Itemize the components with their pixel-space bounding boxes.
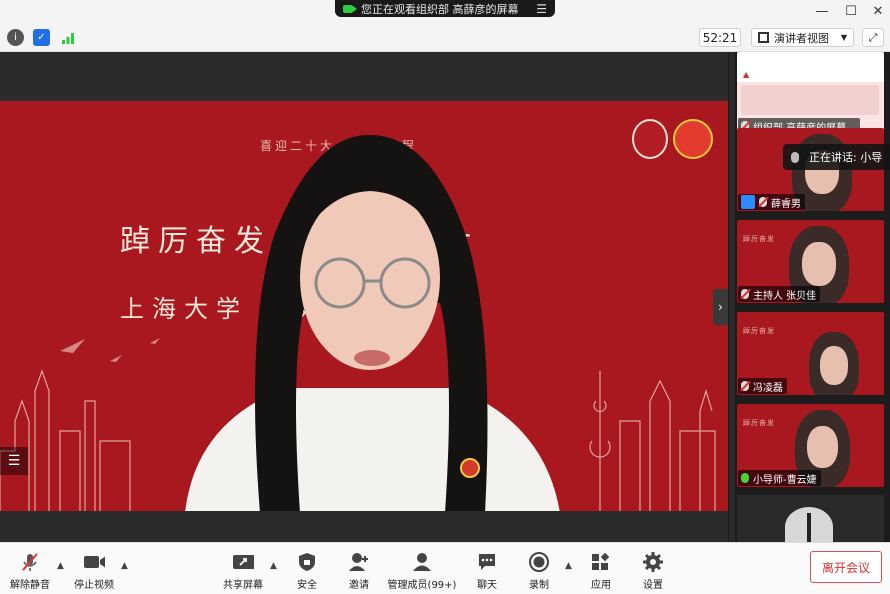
participant-tile-5[interactable] xyxy=(737,495,884,542)
speaking-indicator: 正在讲话: 小导 xyxy=(783,144,890,170)
stop-video-button[interactable]: 停止视频 xyxy=(72,543,116,594)
fullscreen-icon[interactable]: ⤢ xyxy=(862,28,884,47)
screen-share-icon xyxy=(343,4,357,13)
meeting-timer: 52:21 xyxy=(699,28,741,47)
participant-tile-2[interactable]: 踔厉奋发 主持人 张贝佳 xyxy=(737,220,884,303)
participant-tile-3[interactable]: 踔厉奋发 冯凌磊 xyxy=(737,312,884,395)
mic-muted-icon xyxy=(741,289,749,299)
share-banner[interactable]: 您正在观看组织部 高薛彦的屏幕 ☰ xyxy=(335,0,555,17)
minimize-button[interactable]: — xyxy=(806,0,838,22)
chevron-right-icon[interactable]: › xyxy=(713,289,728,325)
invite-button[interactable]: 邀请 xyxy=(344,543,374,594)
security-button[interactable]: 安全 xyxy=(292,543,322,594)
mic-muted-icon xyxy=(19,552,41,572)
info-icon[interactable]: i xyxy=(7,29,24,46)
participant-tile-screen[interactable]: ▲ 组织部 高薛彦的屏幕... xyxy=(737,52,884,135)
chat-button[interactable]: 聊天 xyxy=(473,543,501,594)
shield-icon xyxy=(296,552,318,572)
university-logo xyxy=(632,119,668,159)
chevron-up-icon[interactable]: ▲ xyxy=(121,561,128,571)
mic-muted-icon xyxy=(741,381,749,391)
meeting-window: — ☐ ✕ 您正在观看组织部 高薛彦的屏幕 ☰ i ✓ 52:21 演讲者视图 … xyxy=(0,0,890,594)
view-label: 演讲者视图 xyxy=(774,31,829,45)
view-switch-button[interactable]: 演讲者视图 ▼ xyxy=(751,28,854,47)
manage-participants-button[interactable]: 管理成员(99+) xyxy=(387,543,457,594)
participant-video xyxy=(809,332,859,395)
add-user-icon xyxy=(348,552,370,572)
chevron-up-icon[interactable]: ▲ xyxy=(565,561,572,571)
mic-on-icon xyxy=(741,473,749,483)
speaker-person xyxy=(185,134,560,511)
chat-icon xyxy=(476,552,498,572)
tile-background-text: 踔厉奋发 xyxy=(743,419,775,427)
participant-name-label: 主持人 张贝佳 xyxy=(738,286,821,302)
tile-background-text: 踔厉奋发 xyxy=(743,327,775,335)
participant-tile-4[interactable]: 踔厉奋发 小导师-曹云婕 xyxy=(737,404,884,487)
signal-icon[interactable] xyxy=(59,29,76,46)
apps-icon xyxy=(590,552,612,572)
active-speaker-video[interactable]: 喜迎二十大 奋进新征程 踔厉奋发 喜迎二十大 上海大学 系列活动 xyxy=(0,101,728,511)
share-screen-button[interactable]: 共享屏幕 xyxy=(220,543,266,594)
gallery-toggle-icon[interactable]: ☰ xyxy=(0,447,28,475)
gear-icon xyxy=(642,552,664,572)
participants-icon xyxy=(411,552,433,572)
meeting-toolbar: i ✓ 52:21 演讲者视图 ▼ ⤢ xyxy=(0,24,890,52)
participant-name-label: 冯凌磊 xyxy=(738,378,787,394)
shield-icon[interactable]: ✓ xyxy=(33,29,50,46)
mic-muted-icon xyxy=(759,197,767,207)
participant-name-label: 小导师-曹云婕 xyxy=(738,470,821,486)
settings-button[interactable]: 设置 xyxy=(639,543,667,594)
chevron-down-icon: ▼ xyxy=(840,33,847,42)
screen-preview-text: ▲ xyxy=(743,70,750,79)
unmute-button[interactable]: 解除静音 xyxy=(8,543,52,594)
speaker-view-icon xyxy=(758,32,769,43)
main-stage: 喜迎二十大 奋进新征程 踔厉奋发 喜迎二十大 上海大学 系列活动 xyxy=(0,52,728,542)
video-camera-icon xyxy=(83,552,105,572)
close-button[interactable]: ✕ xyxy=(862,0,890,22)
chevron-up-icon[interactable]: ▲ xyxy=(270,561,277,571)
participant-name-label: 薛睿男 xyxy=(738,194,805,210)
mic-icon xyxy=(791,151,799,163)
record-icon xyxy=(528,552,550,572)
bottom-control-bar: 解除静音 ▲ 停止视频 ▲ 共享屏幕 ▲ 安全 邀请 管理成员(99+) 聊天 … xyxy=(0,542,890,594)
menu-icon[interactable]: ☰ xyxy=(536,2,547,16)
tile-background-text: 踔厉奋发 xyxy=(743,235,775,243)
share-screen-icon xyxy=(232,552,254,572)
share-banner-text: 您正在观看组织部 高薛彦的屏幕 xyxy=(361,2,519,16)
record-button[interactable]: 录制 xyxy=(525,543,553,594)
chevron-up-icon[interactable]: ▲ xyxy=(57,561,64,571)
league-emblem xyxy=(673,119,713,159)
leave-meeting-button[interactable]: 离开会议 xyxy=(810,551,882,583)
panel-divider[interactable] xyxy=(729,52,735,542)
avatar-icon xyxy=(741,195,755,209)
apps-button[interactable]: 应用 xyxy=(587,543,615,594)
